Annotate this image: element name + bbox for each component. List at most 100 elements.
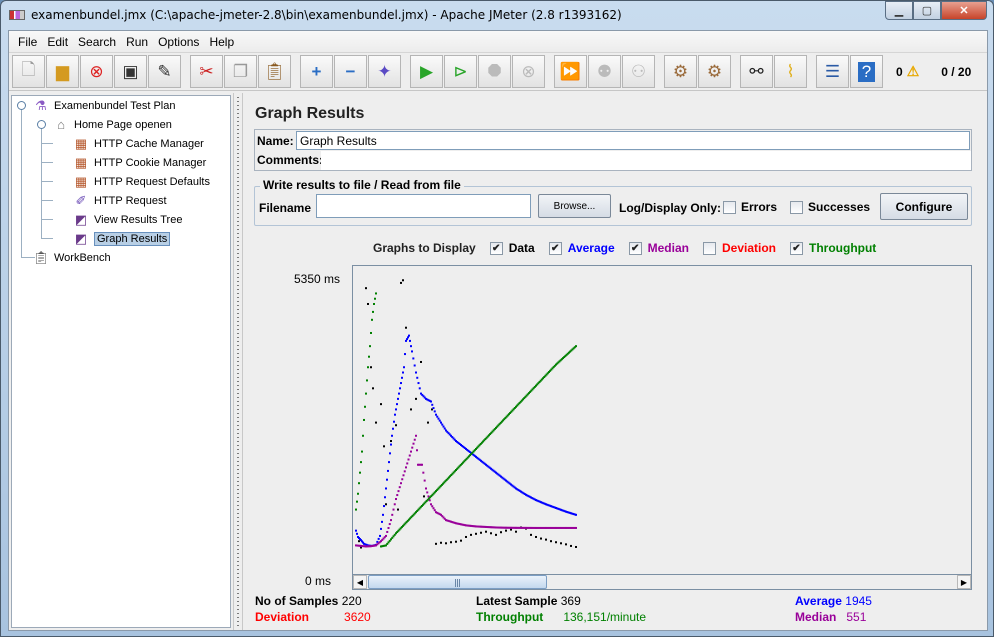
help-button[interactable]: ? xyxy=(850,55,883,88)
graph-horizontal-scrollbar[interactable]: ◀ ▶ xyxy=(352,574,972,590)
menu-edit[interactable]: Edit xyxy=(42,35,73,49)
split-pane: ⚗ Examenbundel Test Plan ⌂ Home Page ope… xyxy=(9,93,987,630)
collapse-button[interactable]: − xyxy=(334,55,367,88)
data-point xyxy=(485,530,487,533)
sampler-pipette-icon: ✐ xyxy=(75,192,87,208)
data-point xyxy=(413,438,416,441)
data-point xyxy=(443,427,446,430)
tree-item-http-cookie-manager[interactable]: ▦ HTTP Cookie Manager xyxy=(72,153,206,172)
menu-help[interactable]: Help xyxy=(204,35,239,49)
scroll-left-arrow[interactable]: ◀ xyxy=(353,575,367,589)
close-file-button[interactable]: ⊗ xyxy=(80,55,113,88)
data-point xyxy=(368,355,370,358)
data-point xyxy=(405,326,407,329)
error-count[interactable]: 0 ⚠ xyxy=(896,63,919,80)
tree-item-http-request[interactable]: ✐ HTTP Request xyxy=(72,191,167,210)
errors-checkbox-box[interactable] xyxy=(723,200,736,214)
start-button[interactable]: ▶ xyxy=(410,55,443,88)
data-checkbox[interactable]: ✔ Data xyxy=(489,241,535,255)
search-button[interactable]: ⚯ xyxy=(740,55,773,88)
start-no-pauses-button[interactable]: ⊳ xyxy=(444,55,477,88)
errors-checkbox[interactable]: Errors xyxy=(723,200,777,214)
data-point xyxy=(370,331,372,334)
open-button[interactable]: ▆ xyxy=(46,55,79,88)
successes-checkbox-box[interactable] xyxy=(790,200,803,214)
deviation-checkbox-box[interactable] xyxy=(702,241,716,255)
window-title: examenbundel.jmx (C:\apache-jmeter-2.8\b… xyxy=(31,7,622,22)
play-no-timers-icon: ⊳ xyxy=(453,61,468,81)
data-point xyxy=(423,479,426,482)
copy-button[interactable]: ❐ xyxy=(224,55,257,88)
paste-button[interactable]: 📋︎ xyxy=(258,55,291,88)
tree-item-view-results-tree[interactable]: ◩ View Results Tree xyxy=(72,210,183,229)
expand-button[interactable]: + xyxy=(300,55,333,88)
tree-item-thread-group[interactable]: ⌂ Home Page openen xyxy=(52,115,172,134)
throughput-checkbox[interactable]: ✔ Throughput xyxy=(790,241,876,255)
data-point xyxy=(363,418,365,421)
deviation-checkbox[interactable]: Deviation xyxy=(702,241,776,255)
clear-all-button[interactable]: ⚙ xyxy=(698,55,731,88)
save-button[interactable]: ▣ xyxy=(114,55,147,88)
remote-start-all-button[interactable]: ⏩ xyxy=(554,55,587,88)
name-input[interactable] xyxy=(296,131,970,150)
menu-search[interactable]: Search xyxy=(73,35,121,49)
menu-file[interactable]: File xyxy=(13,35,42,49)
split-divider[interactable] xyxy=(233,93,243,630)
successes-checkbox[interactable]: Successes xyxy=(790,200,870,214)
stop-button[interactable]: ⯃ xyxy=(478,55,511,88)
save-as-button[interactable]: ✎ xyxy=(148,55,181,88)
tree-expand-handle[interactable] xyxy=(17,101,26,110)
browse-button[interactable]: Browse... xyxy=(538,194,611,218)
listener-gauge-icon: ◩ xyxy=(74,230,88,246)
data-point xyxy=(540,537,542,540)
throughput-checkbox-box[interactable]: ✔ xyxy=(790,241,803,255)
cut-button[interactable]: ✂ xyxy=(190,55,223,88)
data-point xyxy=(375,292,377,295)
data-point xyxy=(393,503,396,506)
data-checkbox-box[interactable]: ✔ xyxy=(489,241,503,255)
median-checkbox-box[interactable]: ✔ xyxy=(628,241,642,255)
configure-button[interactable]: Configure xyxy=(880,193,968,220)
menu-options[interactable]: Options xyxy=(153,35,204,49)
data-point xyxy=(383,445,385,448)
data-point xyxy=(515,530,517,533)
tree-item-http-request-defaults[interactable]: ▦ HTTP Request Defaults xyxy=(72,172,210,191)
data-point xyxy=(367,366,369,369)
filename-input[interactable] xyxy=(316,194,531,218)
clear-button[interactable]: ⚙ xyxy=(664,55,697,88)
tree-item-graph-results[interactable]: ◩ Graph Results xyxy=(72,229,171,248)
scroll-thumb[interactable] xyxy=(368,575,547,589)
data-point xyxy=(405,466,407,469)
shutdown-button[interactable]: ⊗ xyxy=(512,55,545,88)
median-checkbox[interactable]: ✔ Median xyxy=(628,241,689,255)
toggle-button[interactable]: ✦ xyxy=(368,55,401,88)
tree-item-test-plan[interactable]: ⚗ Examenbundel Test Plan xyxy=(32,96,175,115)
data-point xyxy=(355,508,357,511)
thread-count: 0 / 20 xyxy=(941,64,972,79)
new-button[interactable]: 🗋 xyxy=(12,55,45,88)
remote-stop-all-button[interactable]: ⚉ xyxy=(588,55,621,88)
maximize-button[interactable]: ▢ xyxy=(913,1,941,20)
tree-item-http-cache-manager[interactable]: ▦ HTTP Cache Manager xyxy=(72,134,204,153)
average-checkbox[interactable]: ✔ Average xyxy=(548,241,615,255)
minimize-button[interactable]: ▁ xyxy=(885,1,913,20)
menu-run[interactable]: Run xyxy=(121,35,153,49)
reset-search-button[interactable]: ⌇ xyxy=(774,55,807,88)
data-point xyxy=(395,408,397,411)
stat-samples: No of Samples 220 xyxy=(255,594,362,608)
scroll-right-arrow[interactable]: ▶ xyxy=(957,575,971,589)
toggle-icon: ✦ xyxy=(377,61,392,81)
function-helper-button[interactable]: ☰ xyxy=(816,55,849,88)
workbench-clipboard-icon: 📋︎ xyxy=(32,249,50,265)
comments-input[interactable] xyxy=(321,151,971,170)
data-point xyxy=(356,500,358,503)
tree-expand-handle[interactable] xyxy=(37,120,46,129)
tree-item-workbench[interactable]: 📋︎ WorkBench xyxy=(32,248,111,267)
toolbar: 🗋 ▆ ⊗ ▣ ✎ ✂ ❐ 📋︎ + − ✦ ▶ ⊳ ⯃ ⊗ ⏩ ⚉ ⚇ ⚙ ⚙ xyxy=(9,53,987,91)
data-point xyxy=(386,530,389,533)
average-checkbox-box[interactable]: ✔ xyxy=(548,241,562,255)
close-button[interactable]: ✕ xyxy=(941,1,987,20)
data-point xyxy=(470,533,472,536)
remote-shutdown-all-button[interactable]: ⚇ xyxy=(622,55,655,88)
data-point xyxy=(575,345,577,348)
